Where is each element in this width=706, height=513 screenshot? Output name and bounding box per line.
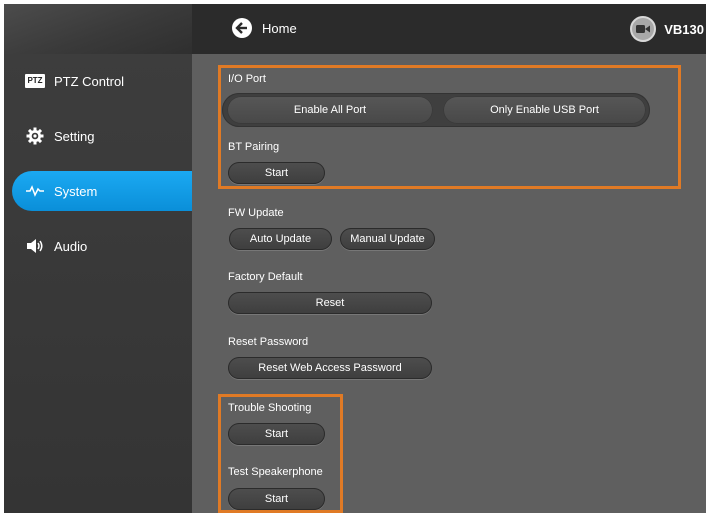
manual-update-button[interactable]: Manual Update — [340, 228, 435, 250]
sidebar-item-setting[interactable]: Setting — [4, 116, 192, 156]
back-arrow-icon — [232, 18, 252, 38]
speaker-icon — [26, 237, 44, 255]
device-name: VB130 — [664, 21, 704, 37]
factory-reset-button[interactable]: Reset — [228, 292, 432, 314]
sidebar-item-label: Setting — [54, 128, 95, 144]
reset-password-title: Reset Password — [228, 336, 309, 348]
highlight-box-io-bt — [218, 65, 681, 189]
sidebar-item-system[interactable]: System — [12, 171, 192, 211]
top-header: Home VB130 — [192, 4, 706, 54]
sidebar-item-label: PTZ Control — [54, 73, 125, 89]
auto-update-button[interactable]: Auto Update — [229, 228, 332, 250]
factory-default-title: Factory Default — [228, 271, 303, 283]
ptz-badge-icon: PTZ — [25, 72, 45, 90]
home-label: Home — [262, 20, 297, 36]
highlight-box-troubleshoot-test — [218, 394, 343, 513]
sidebar-logo-area — [4, 4, 192, 54]
sidebar-item-ptz-control[interactable]: PTZ PTZ Control — [4, 61, 192, 101]
sidebar-item-label: Audio — [54, 238, 88, 254]
sidebar-item-label: System — [54, 183, 98, 199]
home-link[interactable]: Home — [232, 18, 297, 38]
fw-update-title: FW Update — [228, 207, 284, 219]
sidebar: PTZ PTZ Control Setting System Audio — [4, 4, 192, 513]
gear-icon — [26, 127, 44, 145]
sidebar-item-audio[interactable]: Audio — [4, 226, 192, 266]
device-indicator: VB130 — [630, 16, 704, 42]
reset-web-access-password-button[interactable]: Reset Web Access Password — [228, 357, 432, 379]
camera-icon — [630, 16, 657, 42]
pulse-icon — [26, 182, 44, 200]
